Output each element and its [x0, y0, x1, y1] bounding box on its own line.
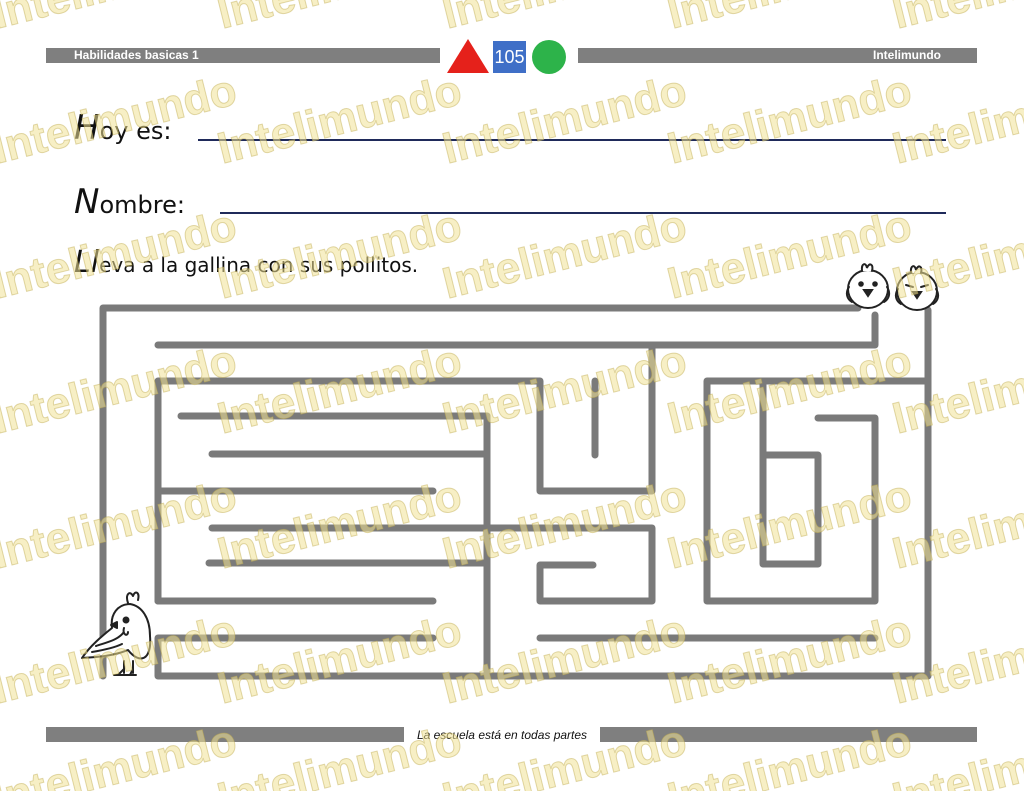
- maze-wall: [759, 377, 822, 568]
- hen-icon: [81, 591, 152, 676]
- maze-walls: [99, 304, 932, 680]
- chick-icon: [845, 263, 891, 309]
- footer-right-bar: [600, 727, 977, 742]
- footer-left-bar: [46, 727, 404, 742]
- chick-icon: [894, 265, 940, 311]
- maze-wall: [483, 524, 656, 605]
- maze-wall: [154, 311, 879, 349]
- maze[interactable]: [0, 0, 1024, 791]
- footer-motto: La escuela está en todas partes: [416, 728, 588, 742]
